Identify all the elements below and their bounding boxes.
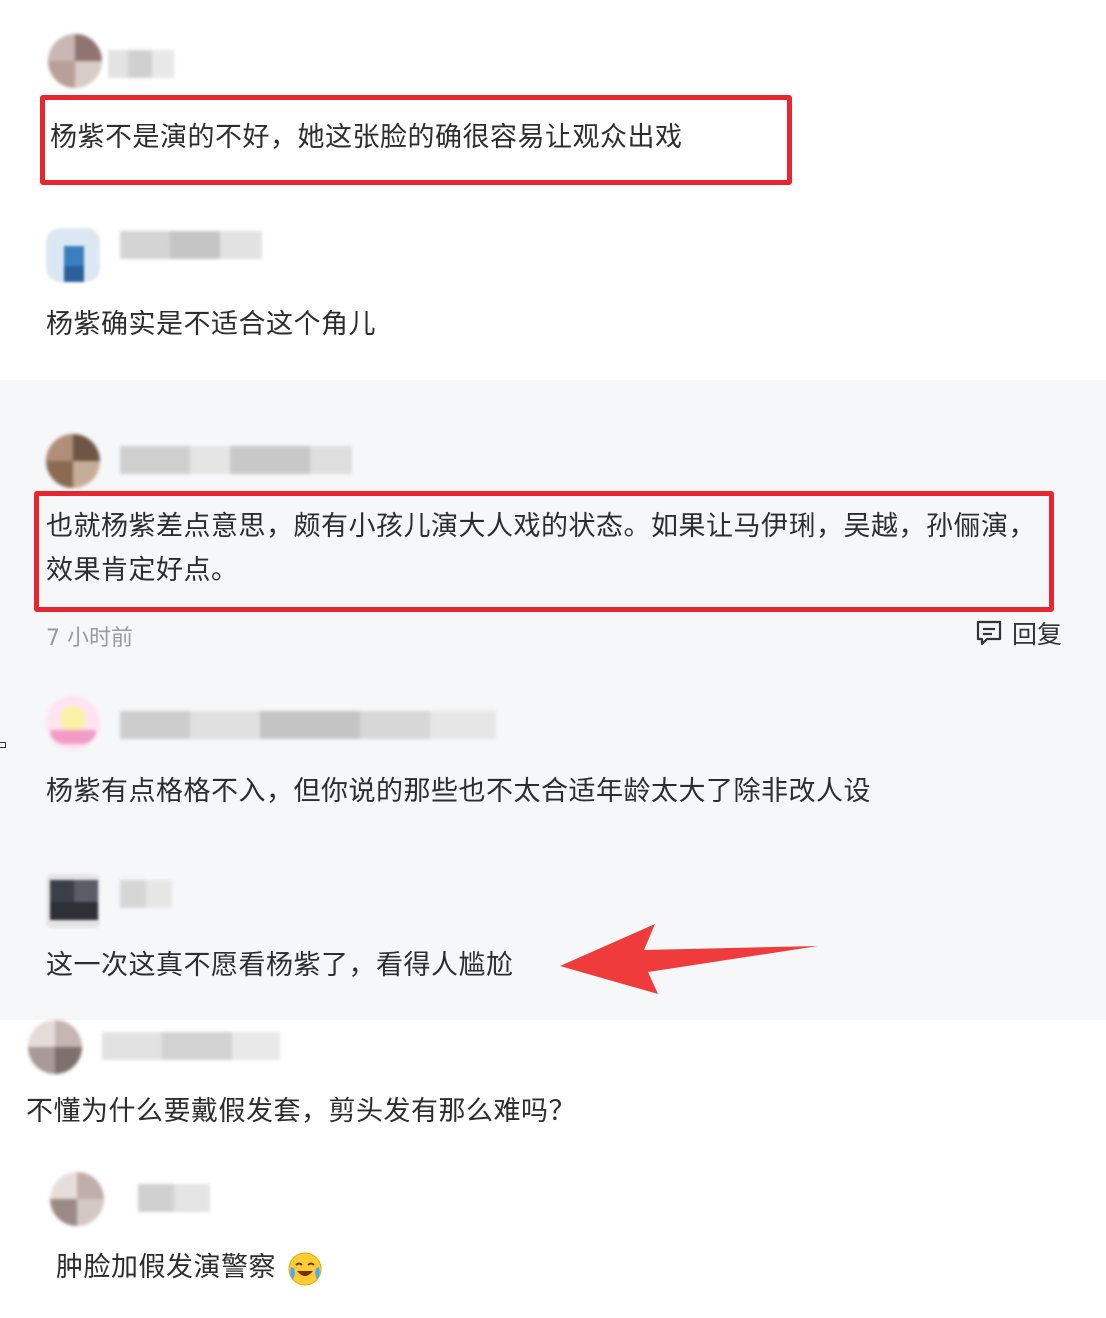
comment-text: 杨紫有点格格不入，但你说的那些也不太合适年龄太大了除非改人设 <box>46 776 871 807</box>
avatar[interactable] <box>28 1020 82 1074</box>
comment-time: 7 小时前 <box>46 626 133 651</box>
reply-label: 回复 <box>1012 620 1063 649</box>
comment-bubble-icon <box>976 620 1002 646</box>
comment-text: 肿脸加假发演警察 <box>56 1246 323 1290</box>
avatar[interactable] <box>50 1172 104 1226</box>
crying-laughing-emoji-icon <box>288 1252 322 1285</box>
avatar[interactable] <box>46 696 100 750</box>
username-blurred[interactable] <box>120 711 496 739</box>
username-blurred[interactable] <box>108 50 174 78</box>
comment-text-content: 肿脸加假发演警察 <box>56 1252 276 1283</box>
reply-button[interactable]: 回复 <box>974 615 1062 651</box>
avatar[interactable] <box>46 874 100 928</box>
red-arrow-annotation <box>560 924 818 994</box>
comment-text: 不懂为什么要戴假发套，剪头发有那么难吗？ <box>26 1096 576 1127</box>
avatar[interactable] <box>46 434 100 488</box>
edge-mark <box>0 742 6 748</box>
avatar[interactable] <box>48 34 102 88</box>
username-blurred[interactable] <box>120 446 352 474</box>
comment-text: 杨紫不是演的不好，她这张脸的确很容易让观众出戏 <box>50 122 683 153</box>
comment-text: 杨紫确实是不适合这个角儿 <box>46 309 376 340</box>
avatar[interactable] <box>46 228 100 282</box>
background-middle <box>0 380 1106 1020</box>
username-blurred[interactable] <box>138 1184 210 1212</box>
comment-text: 也就杨紫差点意思，颇有小孩儿演大人戏的状态。如果让马伊琍，吴越，孙俪演，效果肯定… <box>46 511 1036 586</box>
username-blurred[interactable] <box>120 880 172 908</box>
username-blurred[interactable] <box>102 1032 280 1060</box>
comment-text: 这一次这真不愿看杨紫了，看得人尴尬 <box>46 950 514 981</box>
username-blurred[interactable] <box>120 231 262 259</box>
